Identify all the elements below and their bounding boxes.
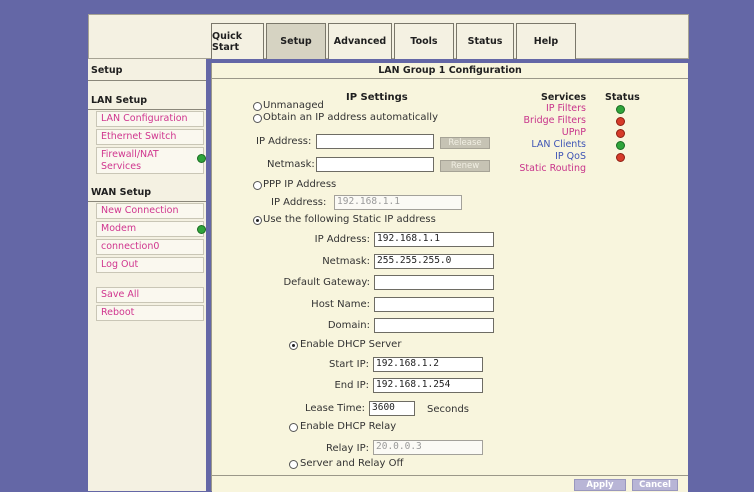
wan-setup-header: WAN Setup <box>91 187 152 198</box>
static-ip-radio[interactable] <box>253 216 262 225</box>
modem-status-icon <box>197 225 206 234</box>
service-link-static-routing[interactable]: Static Routing <box>519 163 586 174</box>
unmanaged-label: Unmanaged <box>263 100 324 111</box>
sidebar-item-connection0[interactable]: connection0 <box>96 239 204 255</box>
firewall-status-icon <box>197 154 206 163</box>
host-name-input[interactable] <box>374 297 494 312</box>
status-heading: Status <box>605 92 640 103</box>
divider <box>88 201 206 202</box>
dhcp-server-label: Enable DHCP Server <box>300 339 402 350</box>
lease-time-label: Lease Time: <box>304 403 365 414</box>
top-nav-bar: Quick Start Setup Advanced Tools Status … <box>88 14 689 59</box>
service-link-upnp[interactable]: UPnP <box>562 127 586 138</box>
dhcp-relay-label: Enable DHCP Relay <box>300 421 397 432</box>
sidebar-item-label: Firewall/NAT Services <box>101 149 159 172</box>
host-name-label: Host Name: <box>311 299 370 310</box>
sidebar-item-firewall-nat[interactable]: Firewall/NAT Services <box>96 147 204 174</box>
sidebar-item-log-out[interactable]: Log Out <box>96 257 204 273</box>
relay-ip-label: Relay IP: <box>325 443 369 454</box>
static-ip-label: Use the following Static IP address <box>263 214 436 225</box>
dhcp-relay-radio[interactable] <box>289 423 298 432</box>
tab-setup[interactable]: Setup <box>266 23 326 59</box>
start-ip-label: Start IP: <box>329 359 369 370</box>
lan-setup-header: LAN Setup <box>91 95 148 106</box>
netmask-label: Netmask: <box>322 256 370 267</box>
ip-filters-status-icon <box>616 105 625 114</box>
ppp-ip-radio[interactable] <box>253 181 262 190</box>
sidebar-item-reboot[interactable]: Reboot <box>96 305 204 321</box>
auto-netmask-input[interactable] <box>316 157 434 172</box>
tab-status[interactable]: Status <box>456 23 514 59</box>
service-link-ip-qos[interactable]: IP QoS <box>555 151 586 162</box>
apply-button[interactable]: Apply <box>574 479 626 491</box>
tab-help[interactable]: Help <box>516 23 576 59</box>
services-heading: Services <box>541 92 587 103</box>
service-link-ip-filters[interactable]: IP Filters <box>546 103 586 114</box>
main-tabs: Quick Start Setup Advanced Tools Status … <box>211 23 578 60</box>
tab-quick-start[interactable]: Quick Start <box>211 23 264 59</box>
start-ip-input[interactable]: 192.168.1.2 <box>373 357 483 372</box>
action-bar: Apply Cancel <box>212 475 688 492</box>
service-link-bridge-filters[interactable]: Bridge Filters <box>524 115 586 126</box>
default-gateway-input[interactable] <box>374 275 494 290</box>
obtain-auto-label: Obtain an IP address automatically <box>263 112 439 123</box>
sidebar-item-save-all[interactable]: Save All <box>96 287 204 303</box>
static-ip-input[interactable]: 192.168.1.1 <box>374 232 494 247</box>
server-relay-off-radio[interactable] <box>289 460 298 469</box>
tab-tools[interactable]: Tools <box>394 23 454 59</box>
sidebar-item-lan-configuration[interactable]: LAN Configuration <box>96 111 204 127</box>
relay-ip-input[interactable]: 20.0.0.3 <box>373 440 483 455</box>
netmask-input[interactable]: 255.255.255.0 <box>374 254 494 269</box>
tab-advanced[interactable]: Advanced <box>328 23 392 59</box>
ppp-ip-input[interactable]: 192.168.1.1 <box>334 195 462 210</box>
lease-time-unit: Seconds <box>427 404 470 415</box>
auto-ip-input[interactable] <box>316 134 434 149</box>
upnp-status-icon <box>616 129 625 138</box>
main-panel: LAN Group 1 Configuration IP Settings Un… <box>211 63 688 492</box>
auto-netmask-label: Netmask: <box>267 159 315 170</box>
divider <box>88 80 206 81</box>
static-ip-address-label: IP Address: <box>314 234 370 245</box>
release-button[interactable]: Release <box>440 137 490 149</box>
cancel-button[interactable]: Cancel <box>632 479 678 491</box>
sidebar-title: Setup <box>91 65 123 76</box>
ppp-ip-address-label: IP Address: <box>271 197 327 208</box>
sidebar-item-modem[interactable]: Modem <box>96 221 204 237</box>
sidebar: Setup LAN Setup LAN Configuration Ethern… <box>88 59 206 491</box>
sidebar-item-new-connection[interactable]: New Connection <box>96 203 204 219</box>
ip-qos-status-icon <box>616 153 625 162</box>
dhcp-server-radio[interactable] <box>289 341 298 350</box>
sidebar-item-ethernet-switch[interactable]: Ethernet Switch <box>96 129 204 145</box>
renew-button[interactable]: Renew <box>440 160 490 172</box>
end-ip-label: End IP: <box>334 380 369 391</box>
divider <box>88 109 206 110</box>
end-ip-input[interactable]: 192.168.1.254 <box>373 378 483 393</box>
auto-ip-label: IP Address: <box>256 136 312 147</box>
default-gateway-label: Default Gateway: <box>283 277 370 288</box>
server-relay-off-label: Server and Relay Off <box>300 458 404 469</box>
domain-input[interactable] <box>374 318 494 333</box>
unmanaged-radio[interactable] <box>253 102 262 111</box>
service-link-lan-clients[interactable]: LAN Clients <box>531 139 586 150</box>
page-title: LAN Group 1 Configuration <box>212 63 688 79</box>
lease-time-input[interactable]: 3600 <box>369 401 415 416</box>
bridge-filters-status-icon <box>616 117 625 126</box>
ip-settings-heading: IP Settings <box>346 92 408 103</box>
obtain-auto-radio[interactable] <box>253 114 262 123</box>
ppp-ip-label: PPP IP Address <box>263 179 337 190</box>
lan-clients-status-icon <box>616 141 625 150</box>
domain-label: Domain: <box>327 320 370 331</box>
